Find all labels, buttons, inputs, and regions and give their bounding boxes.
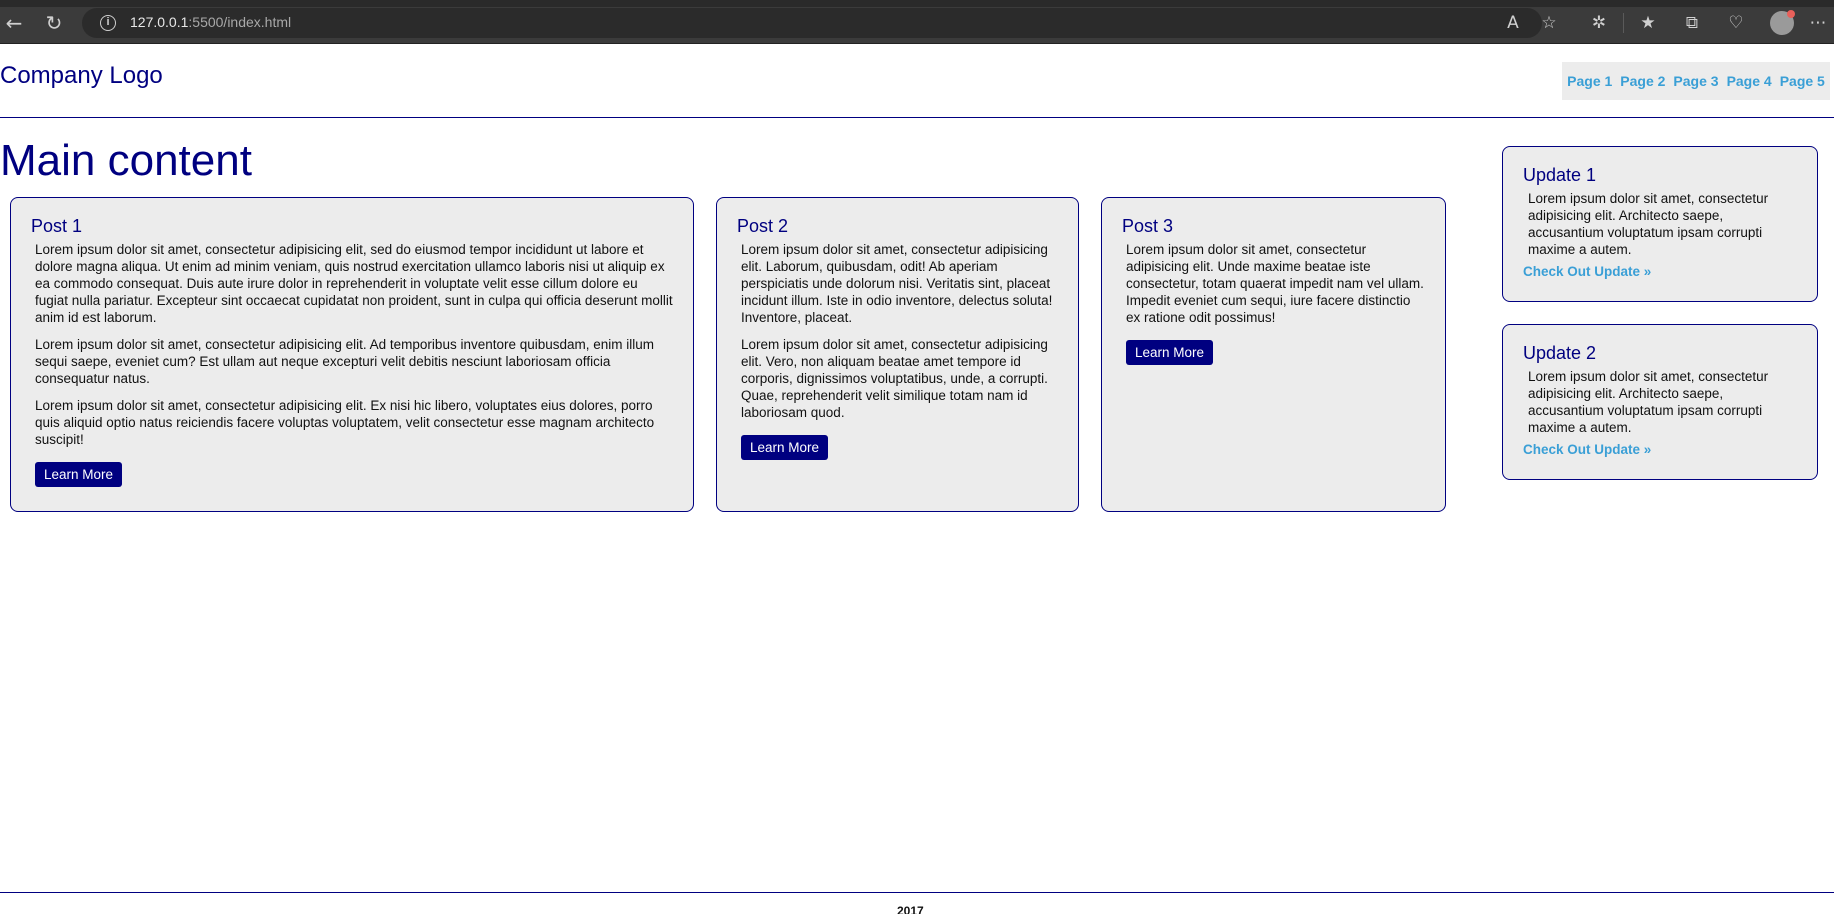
toolbar-separator (1623, 13, 1624, 33)
health-icon[interactable]: ♡ (1724, 11, 1748, 35)
check-out-update-link[interactable]: Check Out Update » (1523, 264, 1651, 279)
add-favorite-icon[interactable]: ☆ (1537, 11, 1561, 35)
post-title: Post 1 (31, 216, 83, 236)
site-header: Company Logo Page 1 Page 2 Page 3 Page 4… (0, 44, 1834, 118)
learn-more-button[interactable]: Learn More (35, 462, 123, 487)
post-paragraph: Lorem ipsum dolor sit amet, consectetur … (35, 398, 655, 447)
update-title: Update 2 (1523, 343, 1597, 363)
site-info-icon[interactable]: i (100, 15, 116, 31)
page-title: Main content (0, 136, 252, 185)
update-text: Lorem ipsum dolor sit amet, consectetur … (1528, 191, 1769, 257)
nav-link-page-4[interactable]: Page 4 (1727, 73, 1772, 89)
read-aloud-icon[interactable]: A (1501, 11, 1525, 35)
post-title: Post 3 (1122, 216, 1174, 236)
update-card: Update 1 Lorem ipsum dolor sit amet, con… (1502, 146, 1818, 302)
tab-strip (0, 0, 1834, 7)
url-host: 127.0.0.1 (130, 14, 189, 30)
nav-link-page-2[interactable]: Page 2 (1620, 73, 1665, 89)
update-text: Lorem ipsum dolor sit amet, consectetur … (1528, 369, 1769, 435)
learn-more-button[interactable]: Learn More (1126, 340, 1214, 365)
post-card: Post 1 Lorem ipsum dolor sit amet, conse… (10, 197, 694, 512)
learn-more-button[interactable]: Learn More (741, 435, 829, 460)
company-logo[interactable]: Company Logo (0, 62, 163, 90)
footer-text: 2017 (897, 904, 924, 914)
post-paragraph: Lorem ipsum dolor sit amet, consectetur … (35, 242, 673, 325)
reload-icon[interactable]: ↻ (42, 11, 66, 35)
post-card: Post 3 Lorem ipsum dolor sit amet, conse… (1101, 197, 1446, 512)
browser-toolbar: ← ↻ i 127.0.0.1:5500/index.html A ☆ ✲ ★ … (0, 0, 1834, 44)
update-title: Update 1 (1523, 165, 1597, 185)
notification-dot (1787, 10, 1795, 18)
more-icon[interactable]: ⋯ (1806, 11, 1830, 35)
post-title: Post 2 (737, 216, 789, 236)
url-text[interactable]: 127.0.0.1:5500/index.html (130, 14, 291, 30)
footer-divider (0, 892, 1834, 893)
back-icon[interactable]: ← (2, 11, 26, 35)
main-nav: Page 1 Page 2 Page 3 Page 4 Page 5 (1562, 62, 1830, 100)
extensions-icon[interactable]: ✲ (1587, 11, 1611, 35)
post-card: Post 2 Lorem ipsum dolor sit amet, conse… (716, 197, 1079, 512)
nav-link-page-3[interactable]: Page 3 (1673, 73, 1718, 89)
nav-link-page-1[interactable]: Page 1 (1567, 73, 1612, 89)
nav-link-page-5[interactable]: Page 5 (1780, 73, 1825, 89)
post-paragraph: Lorem ipsum dolor sit amet, consectetur … (741, 242, 1053, 325)
post-paragraph: Lorem ipsum dolor sit amet, consectetur … (1126, 242, 1424, 325)
update-card: Update 2 Lorem ipsum dolor sit amet, con… (1502, 324, 1818, 480)
post-paragraph: Lorem ipsum dolor sit amet, consectetur … (35, 337, 655, 386)
post-paragraph: Lorem ipsum dolor sit amet, consectetur … (741, 337, 1048, 420)
favorites-icon[interactable]: ★ (1636, 11, 1660, 35)
address-bar[interactable]: i 127.0.0.1:5500/index.html (82, 8, 1542, 38)
collections-icon[interactable]: ⧉ (1680, 11, 1704, 35)
check-out-update-link[interactable]: Check Out Update » (1523, 442, 1651, 457)
url-path: :5500/index.html (188, 14, 292, 30)
